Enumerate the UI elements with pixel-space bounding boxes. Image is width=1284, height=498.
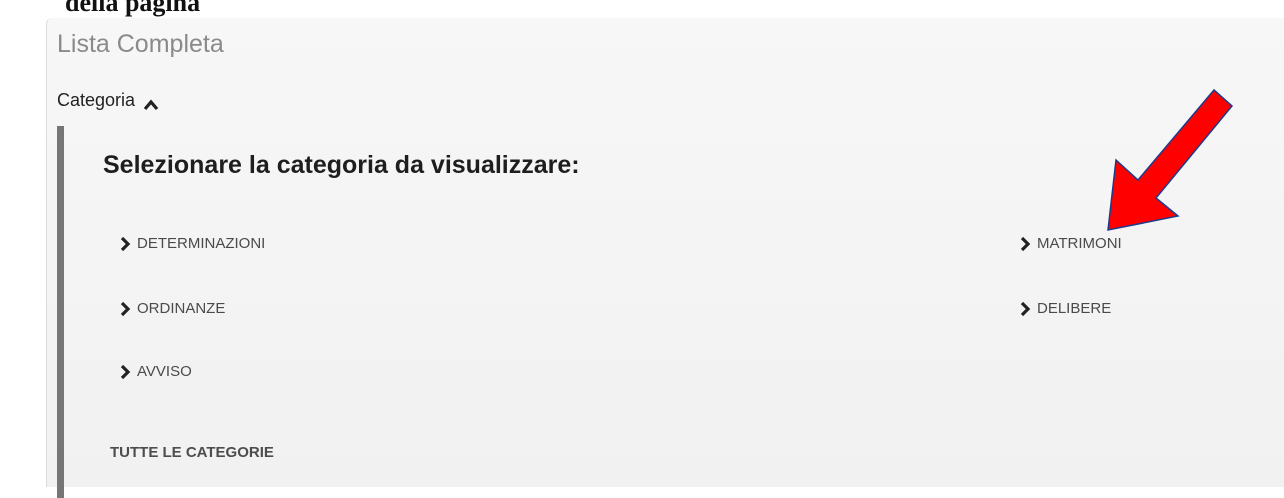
category-item-ordinanze[interactable]: ORDINANZE — [119, 300, 225, 317]
chevron-right-icon — [119, 364, 131, 380]
chevron-right-icon — [1019, 236, 1031, 252]
section-heading: Selezionare la categoria da visualizzare… — [103, 151, 580, 179]
top-heading-cut-off: della pagina — [65, 0, 201, 17]
chevron-right-icon — [119, 301, 131, 317]
chevron-up-icon — [143, 95, 159, 110]
page-title: Lista Completa — [57, 30, 224, 58]
category-toggle[interactable]: Categoria — [57, 90, 159, 111]
category-toggle-label: Categoria — [57, 90, 136, 110]
all-categories-link[interactable]: TUTTE LE CATEGORIE — [110, 444, 274, 461]
category-item-avviso[interactable]: AVVISO — [119, 363, 192, 380]
category-label: DETERMINAZIONI — [137, 235, 266, 252]
chevron-right-icon — [1019, 301, 1031, 317]
category-item-delibere[interactable]: DELIBERE — [1019, 300, 1111, 317]
chevron-right-icon — [119, 236, 131, 252]
category-label: ORDINANZE — [137, 300, 226, 317]
red-arrow-annotation — [1107, 88, 1234, 231]
category-item-determinazioni[interactable]: DETERMINAZIONI — [119, 235, 265, 252]
section-indicator-bar — [57, 126, 64, 498]
category-label: AVVISO — [137, 363, 192, 380]
category-label: DELIBERE — [1037, 300, 1112, 317]
